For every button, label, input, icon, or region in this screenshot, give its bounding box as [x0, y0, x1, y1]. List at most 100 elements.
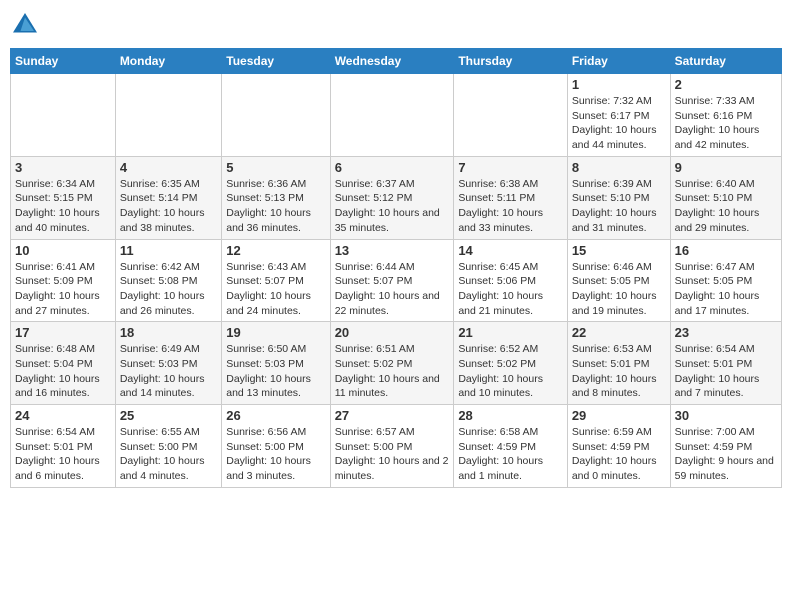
- day-number: 9: [675, 160, 777, 175]
- day-number: 20: [335, 325, 450, 340]
- day-info: Sunrise: 6:54 AM Sunset: 5:01 PM Dayligh…: [15, 425, 111, 484]
- day-info: Sunrise: 6:50 AM Sunset: 5:03 PM Dayligh…: [226, 342, 325, 401]
- day-info: Sunrise: 6:51 AM Sunset: 5:02 PM Dayligh…: [335, 342, 450, 401]
- day-info: Sunrise: 6:38 AM Sunset: 5:11 PM Dayligh…: [458, 177, 563, 236]
- week-row-5: 24Sunrise: 6:54 AM Sunset: 5:01 PM Dayli…: [11, 405, 782, 488]
- day-info: Sunrise: 6:52 AM Sunset: 5:02 PM Dayligh…: [458, 342, 563, 401]
- day-cell: 13 Sunrise: 6:44 AM Sunset: 5:07 PM Dayli…: [330, 239, 454, 322]
- day-cell: 16 Sunrise: 6:47 AM Sunset: 5:05 PM Dayli…: [670, 239, 781, 322]
- day-info: Sunrise: 6:57 AM Sunset: 5:00 PM Dayligh…: [335, 425, 450, 484]
- page-header: [10, 10, 782, 40]
- day-cell: 17 Sunrise: 6:48 AM Sunset: 5:04 PM Dayli…: [11, 322, 116, 405]
- day-cell: [330, 74, 454, 157]
- day-number: 13: [335, 243, 450, 258]
- day-info: Sunrise: 6:48 AM Sunset: 5:04 PM Dayligh…: [15, 342, 111, 401]
- week-row-1: 1 Sunrise: 7:32 AM Sunset: 6:17 PM Daylig…: [11, 74, 782, 157]
- day-info: Sunrise: 6:47 AM Sunset: 5:05 PM Dayligh…: [675, 260, 777, 319]
- weekday-header-wednesday: Wednesday: [330, 49, 454, 74]
- day-info: Sunrise: 6:42 AM Sunset: 5:08 PM Dayligh…: [120, 260, 217, 319]
- day-cell: 25Sunrise: 6:55 AM Sunset: 5:00 PM Dayli…: [115, 405, 221, 488]
- day-number: 10: [15, 243, 111, 258]
- day-number: 26: [226, 408, 325, 423]
- calendar-table: SundayMondayTuesdayWednesdayThursdayFrid…: [10, 48, 782, 488]
- day-info: Sunrise: 6:39 AM Sunset: 5:10 PM Dayligh…: [572, 177, 666, 236]
- day-number: 17: [15, 325, 111, 340]
- day-cell: 22 Sunrise: 6:53 AM Sunset: 5:01 PM Dayli…: [567, 322, 670, 405]
- day-number: 3: [15, 160, 111, 175]
- day-info: Sunrise: 7:33 AM Sunset: 6:16 PM Dayligh…: [675, 94, 777, 153]
- day-number: 14: [458, 243, 563, 258]
- day-cell: 4 Sunrise: 6:35 AM Sunset: 5:14 PM Daylig…: [115, 156, 221, 239]
- day-number: 4: [120, 160, 217, 175]
- week-row-4: 17 Sunrise: 6:48 AM Sunset: 5:04 PM Dayli…: [11, 322, 782, 405]
- weekday-header-row: SundayMondayTuesdayWednesdayThursdayFrid…: [11, 49, 782, 74]
- day-number: 21: [458, 325, 563, 340]
- day-cell: 26Sunrise: 6:56 AM Sunset: 5:00 PM Dayli…: [222, 405, 330, 488]
- day-cell: 30Sunrise: 7:00 AM Sunset: 4:59 PM Dayli…: [670, 405, 781, 488]
- day-cell: 20 Sunrise: 6:51 AM Sunset: 5:02 PM Dayli…: [330, 322, 454, 405]
- day-cell: 19 Sunrise: 6:50 AM Sunset: 5:03 PM Dayli…: [222, 322, 330, 405]
- day-info: Sunrise: 6:59 AM Sunset: 4:59 PM Dayligh…: [572, 425, 666, 484]
- week-row-3: 10 Sunrise: 6:41 AM Sunset: 5:09 PM Dayli…: [11, 239, 782, 322]
- weekday-header-monday: Monday: [115, 49, 221, 74]
- day-number: 27: [335, 408, 450, 423]
- day-number: 19: [226, 325, 325, 340]
- day-number: 22: [572, 325, 666, 340]
- weekday-header-friday: Friday: [567, 49, 670, 74]
- day-cell: 5 Sunrise: 6:36 AM Sunset: 5:13 PM Daylig…: [222, 156, 330, 239]
- day-cell: 23 Sunrise: 6:54 AM Sunset: 5:01 PM Dayli…: [670, 322, 781, 405]
- day-cell: 18 Sunrise: 6:49 AM Sunset: 5:03 PM Dayli…: [115, 322, 221, 405]
- logo-icon: [10, 10, 40, 40]
- day-info: Sunrise: 6:40 AM Sunset: 5:10 PM Dayligh…: [675, 177, 777, 236]
- day-info: Sunrise: 7:32 AM Sunset: 6:17 PM Dayligh…: [572, 94, 666, 153]
- week-row-2: 3 Sunrise: 6:34 AM Sunset: 5:15 PM Daylig…: [11, 156, 782, 239]
- day-number: 12: [226, 243, 325, 258]
- day-cell: 8Sunrise: 6:39 AM Sunset: 5:10 PM Daylig…: [567, 156, 670, 239]
- day-number: 28: [458, 408, 563, 423]
- day-number: 6: [335, 160, 450, 175]
- day-info: Sunrise: 6:35 AM Sunset: 5:14 PM Dayligh…: [120, 177, 217, 236]
- day-number: 16: [675, 243, 777, 258]
- day-cell: 2 Sunrise: 7:33 AM Sunset: 6:16 PM Daylig…: [670, 74, 781, 157]
- day-number: 1: [572, 77, 666, 92]
- day-cell: 10 Sunrise: 6:41 AM Sunset: 5:09 PM Dayli…: [11, 239, 116, 322]
- day-cell: 24Sunrise: 6:54 AM Sunset: 5:01 PM Dayli…: [11, 405, 116, 488]
- day-number: 29: [572, 408, 666, 423]
- day-cell: 12 Sunrise: 6:43 AM Sunset: 5:07 PM Dayli…: [222, 239, 330, 322]
- day-number: 15: [572, 243, 666, 258]
- day-info: Sunrise: 6:53 AM Sunset: 5:01 PM Dayligh…: [572, 342, 666, 401]
- day-info: Sunrise: 6:36 AM Sunset: 5:13 PM Dayligh…: [226, 177, 325, 236]
- day-cell: 15Sunrise: 6:46 AM Sunset: 5:05 PM Dayli…: [567, 239, 670, 322]
- day-cell: 3 Sunrise: 6:34 AM Sunset: 5:15 PM Daylig…: [11, 156, 116, 239]
- day-cell: [11, 74, 116, 157]
- day-cell: 14 Sunrise: 6:45 AM Sunset: 5:06 PM Dayli…: [454, 239, 568, 322]
- day-cell: 1 Sunrise: 7:32 AM Sunset: 6:17 PM Daylig…: [567, 74, 670, 157]
- day-info: Sunrise: 6:34 AM Sunset: 5:15 PM Dayligh…: [15, 177, 111, 236]
- day-info: Sunrise: 6:44 AM Sunset: 5:07 PM Dayligh…: [335, 260, 450, 319]
- day-number: 30: [675, 408, 777, 423]
- weekday-header-tuesday: Tuesday: [222, 49, 330, 74]
- day-number: 18: [120, 325, 217, 340]
- weekday-header-saturday: Saturday: [670, 49, 781, 74]
- day-number: 7: [458, 160, 563, 175]
- day-cell: 27 Sunrise: 6:57 AM Sunset: 5:00 PM Dayli…: [330, 405, 454, 488]
- weekday-header-thursday: Thursday: [454, 49, 568, 74]
- day-info: Sunrise: 6:54 AM Sunset: 5:01 PM Dayligh…: [675, 342, 777, 401]
- day-cell: [222, 74, 330, 157]
- day-number: 5: [226, 160, 325, 175]
- day-cell: 9 Sunrise: 6:40 AM Sunset: 5:10 PM Daylig…: [670, 156, 781, 239]
- day-number: 23: [675, 325, 777, 340]
- day-cell: 6 Sunrise: 6:37 AM Sunset: 5:12 PM Daylig…: [330, 156, 454, 239]
- day-info: Sunrise: 6:49 AM Sunset: 5:03 PM Dayligh…: [120, 342, 217, 401]
- day-number: 25: [120, 408, 217, 423]
- logo: [10, 10, 44, 40]
- day-number: 11: [120, 243, 217, 258]
- day-cell: 28Sunrise: 6:58 AM Sunset: 4:59 PM Dayli…: [454, 405, 568, 488]
- day-info: Sunrise: 6:41 AM Sunset: 5:09 PM Dayligh…: [15, 260, 111, 319]
- day-info: Sunrise: 6:45 AM Sunset: 5:06 PM Dayligh…: [458, 260, 563, 319]
- day-info: Sunrise: 6:37 AM Sunset: 5:12 PM Dayligh…: [335, 177, 450, 236]
- day-cell: 29 Sunrise: 6:59 AM Sunset: 4:59 PM Dayli…: [567, 405, 670, 488]
- day-cell: [454, 74, 568, 157]
- day-info: Sunrise: 6:43 AM Sunset: 5:07 PM Dayligh…: [226, 260, 325, 319]
- day-number: 2: [675, 77, 777, 92]
